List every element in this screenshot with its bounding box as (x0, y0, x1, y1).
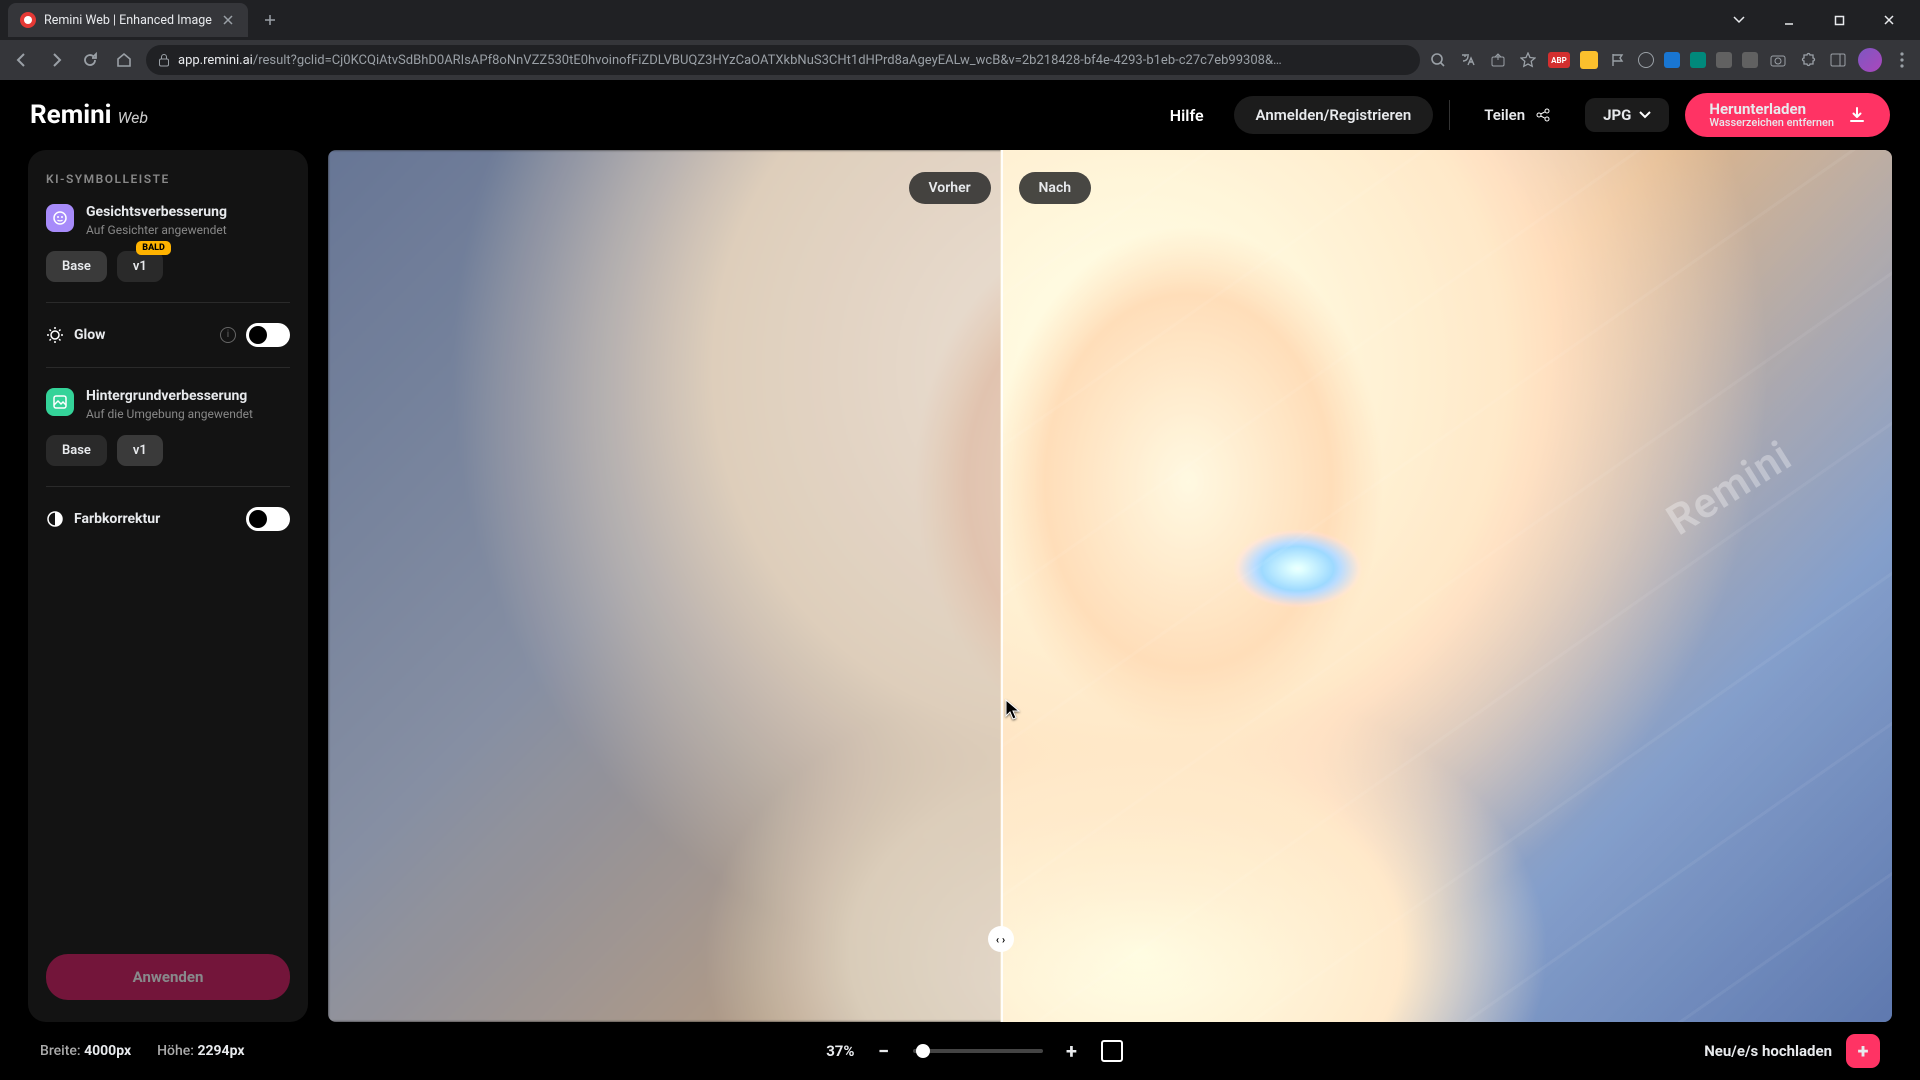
divider (1449, 100, 1450, 130)
logo-sub: Web (118, 108, 148, 127)
zoom-in-button[interactable]: + (1059, 1038, 1085, 1064)
ext-gray-icon[interactable] (1716, 52, 1732, 68)
share-label: Teilen (1484, 106, 1525, 124)
extensions-icon[interactable] (1798, 50, 1818, 70)
tab-favicon (20, 12, 36, 28)
after-label[interactable]: Nach (1019, 172, 1092, 204)
color-correct-icon (46, 510, 64, 528)
browser-tab[interactable]: Remini Web | Enhanced Image (8, 3, 248, 37)
chevron-down-icon[interactable] (1716, 4, 1762, 36)
tab-close-icon[interactable] (220, 12, 236, 28)
upload-label[interactable]: Neu/e/s hochladen (1704, 1042, 1832, 1060)
glow-toggle[interactable] (246, 323, 290, 347)
nav-home-icon[interactable] (110, 46, 138, 74)
ext-yellow-icon[interactable] (1580, 51, 1598, 69)
face-chip-v1[interactable]: v1 BALD (117, 251, 163, 282)
color-label: Farbkorrektur (74, 511, 236, 527)
window-minimize-icon[interactable] (1766, 4, 1812, 36)
face-title: Gesichtsverbesserung (86, 204, 227, 221)
slider-handle[interactable]: ‹ › (988, 926, 1014, 952)
upload-button[interactable]: + (1846, 1034, 1880, 1068)
apply-button[interactable]: Anwenden (46, 954, 290, 1000)
face-enhance-icon (46, 204, 74, 232)
mouse-cursor (1005, 699, 1021, 721)
help-link[interactable]: Hilfe (1156, 98, 1218, 133)
zoom-percent: 37% (826, 1042, 854, 1060)
comparison-divider[interactable] (1001, 150, 1003, 1022)
translate-icon[interactable] (1458, 50, 1478, 70)
bg-sub: Auf die Umgebung angewendet (86, 407, 253, 421)
address-text: app.remini.ai/result?gclid=Cj0KCQiAtvSdB… (178, 53, 1408, 68)
bg-chip-v1[interactable]: v1 (117, 435, 163, 466)
glow-label: Glow (74, 327, 210, 343)
format-dropdown[interactable]: JPG (1585, 98, 1669, 132)
window-close-icon[interactable] (1866, 4, 1912, 36)
width-readout: Breite: 4000px (40, 1043, 131, 1059)
bg-chip-base[interactable]: Base (46, 435, 107, 466)
window-maximize-icon[interactable] (1816, 4, 1862, 36)
ext-teal-icon[interactable] (1690, 52, 1706, 68)
badge-soon: BALD (136, 241, 171, 255)
ext-camera-icon[interactable] (1768, 50, 1788, 70)
share-button[interactable]: Teilen (1466, 98, 1569, 132)
download-button[interactable]: Herunterladen Wasserzeichen entfernen (1685, 93, 1890, 138)
new-tab-button[interactable] (256, 6, 284, 34)
profile-avatar[interactable] (1858, 48, 1882, 72)
side-panel-icon[interactable] (1828, 50, 1848, 70)
ext-abp-icon[interactable]: ABP (1548, 52, 1570, 68)
logo-main: Remini (30, 100, 112, 130)
search-icon[interactable] (1428, 50, 1448, 70)
nav-reload-icon[interactable] (76, 46, 104, 74)
download-main: Herunterladen (1709, 101, 1834, 118)
info-icon[interactable]: i (220, 327, 236, 343)
bg-enhance-icon (46, 388, 74, 416)
download-sub: Wasserzeichen entfernen (1709, 117, 1834, 129)
ext-globe-icon[interactable] (1638, 52, 1654, 68)
nav-forward-icon[interactable] (42, 46, 70, 74)
login-button[interactable]: Anmelden/Registrieren (1234, 96, 1434, 134)
format-label: JPG (1603, 106, 1631, 124)
lock-icon (158, 53, 170, 67)
before-label[interactable]: Vorher (909, 172, 991, 204)
fit-screen-icon[interactable] (1101, 1040, 1123, 1062)
ext-gray2-icon[interactable] (1742, 52, 1758, 68)
sidebar: KI-SYMBOLLEISTE Gesichtsverbesserung Auf… (28, 150, 308, 1022)
bg-title: Hintergrundverbesserung (86, 388, 253, 405)
nav-back-icon[interactable] (8, 46, 36, 74)
browser-menu-icon[interactable] (1892, 50, 1912, 70)
tab-title: Remini Web | Enhanced Image (44, 13, 212, 28)
height-readout: Höhe: 2294px (157, 1043, 244, 1059)
address-bar[interactable]: app.remini.ai/result?gclid=Cj0KCQiAtvSdB… (146, 45, 1420, 75)
share-addr-icon[interactable] (1488, 50, 1508, 70)
ext-flag-icon[interactable] (1608, 50, 1628, 70)
zoom-out-button[interactable]: − (871, 1038, 897, 1064)
sidebar-title: KI-SYMBOLLEISTE (46, 172, 290, 186)
image-canvas[interactable]: Remini Vorher Nach ‹ › (328, 150, 1892, 1022)
zoom-slider[interactable] (913, 1049, 1043, 1053)
chevron-down-icon (1639, 111, 1651, 119)
bookmark-star-icon[interactable] (1518, 50, 1538, 70)
download-icon (1848, 106, 1866, 124)
ext-blue-icon[interactable] (1664, 52, 1680, 68)
face-sub: Auf Gesichter angewendet (86, 223, 227, 237)
app-logo[interactable]: Remini Web (30, 100, 148, 130)
share-icon (1535, 107, 1551, 123)
glow-icon (46, 326, 64, 344)
color-toggle[interactable] (246, 507, 290, 531)
face-chip-base[interactable]: Base (46, 251, 107, 282)
